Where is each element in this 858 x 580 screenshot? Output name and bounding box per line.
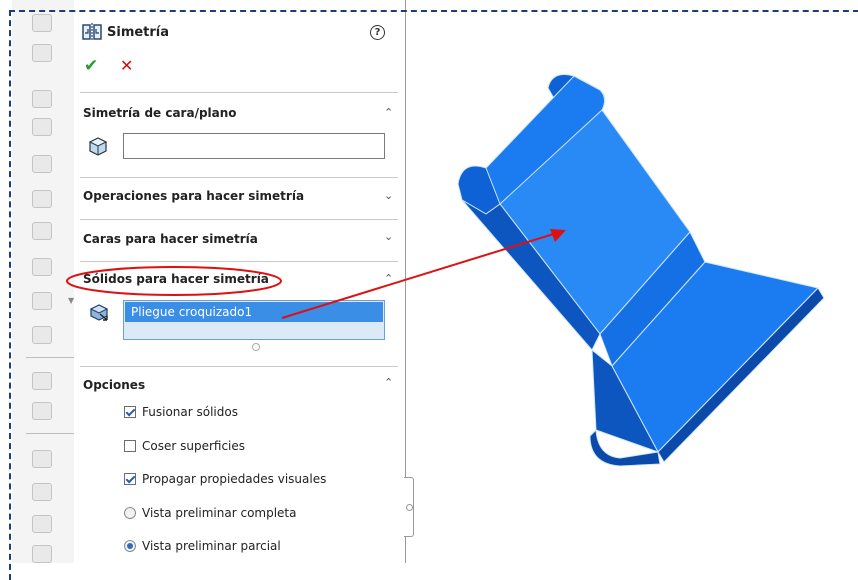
sheet-metal-model[interactable]	[0, 0, 858, 563]
